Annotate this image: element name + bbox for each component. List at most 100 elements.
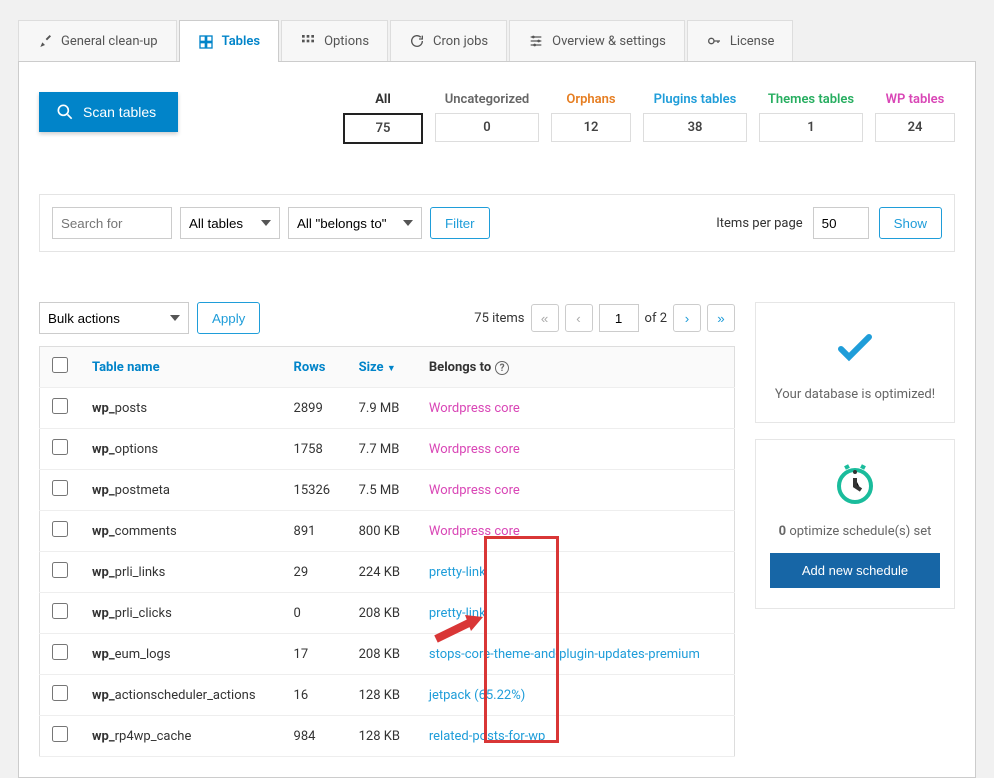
belongs-select[interactable]: All "belongs to" xyxy=(288,207,422,239)
optimized-text: Your database is optimized! xyxy=(770,387,940,402)
row-checkbox[interactable] xyxy=(52,398,68,414)
filter-orphans-count[interactable]: 12 xyxy=(551,113,631,142)
cell-rows: 15326 xyxy=(282,470,347,511)
page-input[interactable] xyxy=(599,304,639,332)
add-schedule-button[interactable]: Add new schedule xyxy=(770,553,940,588)
tables-icon xyxy=(198,34,214,50)
table-row: wp_prli_links29224 KBpretty-link xyxy=(40,552,735,593)
tables-select[interactable]: All tables xyxy=(180,207,280,239)
tab-label: General clean-up xyxy=(61,34,158,49)
search-input[interactable] xyxy=(52,207,172,239)
tables-grid: Table name Rows Size ▼ Belongs to? wp_po… xyxy=(39,346,735,757)
belongs-link[interactable]: Wordpress core xyxy=(429,524,520,539)
cell-table-name: wp_postmeta xyxy=(80,470,282,511)
tab-label: Overview & settings xyxy=(552,34,666,49)
col-rows[interactable]: Rows xyxy=(282,347,347,388)
belongs-link[interactable]: Wordpress core xyxy=(429,442,520,457)
tab-cron-jobs[interactable]: Cron jobs xyxy=(390,20,507,61)
cell-rows: 984 xyxy=(282,716,347,757)
filter-all-count[interactable]: 75 xyxy=(343,113,423,144)
key-icon xyxy=(706,33,722,49)
cell-size: 7.9 MB xyxy=(347,388,417,429)
table-row: wp_posts28997.9 MBWordpress core xyxy=(40,388,735,429)
row-checkbox[interactable] xyxy=(52,480,68,496)
main-tabs: General clean-up Tables Options Cron job… xyxy=(0,0,994,61)
help-icon[interactable]: ? xyxy=(495,361,509,375)
cell-belongs: pretty-link xyxy=(417,552,735,593)
belongs-link[interactable]: Wordpress core xyxy=(429,401,520,416)
belongs-link[interactable]: related-posts-for-wp xyxy=(429,729,545,744)
cell-size: 800 KB xyxy=(347,511,417,552)
row-checkbox[interactable] xyxy=(52,603,68,619)
filter-orphans-label[interactable]: Orphans xyxy=(566,92,615,107)
belongs-link[interactable]: jetpack (65.22%) xyxy=(429,688,525,703)
filter-plugins-count[interactable]: 38 xyxy=(643,113,747,142)
tab-license[interactable]: License xyxy=(687,20,794,61)
bulk-actions-select[interactable]: Bulk actions xyxy=(39,302,189,334)
cell-belongs: Wordpress core xyxy=(417,511,735,552)
filter-uncat-label[interactable]: Uncategorized xyxy=(445,92,530,107)
belongs-link[interactable]: pretty-link xyxy=(429,606,486,621)
broom-icon xyxy=(37,33,53,49)
page-first-button[interactable]: « xyxy=(531,304,559,332)
col-table-name[interactable]: Table name xyxy=(80,347,282,388)
filter-uncat-count[interactable]: 0 xyxy=(435,113,539,142)
table-row: wp_options17587.7 MBWordpress core xyxy=(40,429,735,470)
cell-size: 128 KB xyxy=(347,675,417,716)
col-size[interactable]: Size ▼ xyxy=(347,347,417,388)
cell-size: 224 KB xyxy=(347,552,417,593)
select-all-checkbox[interactable] xyxy=(52,357,68,373)
sidebar: Your database is optimized! 0 optimize s… xyxy=(755,302,955,609)
cell-table-name: wp_comments xyxy=(80,511,282,552)
tab-options[interactable]: Options xyxy=(281,20,388,61)
cell-table-name: wp_actionscheduler_actions xyxy=(80,675,282,716)
tab-general-cleanup[interactable]: General clean-up xyxy=(18,20,177,61)
belongs-link[interactable]: Wordpress core xyxy=(429,483,520,498)
row-checkbox[interactable] xyxy=(52,726,68,742)
filter-themes-count[interactable]: 1 xyxy=(759,113,863,142)
row-checkbox[interactable] xyxy=(52,644,68,660)
table-row: wp_actionscheduler_actions16128 KBjetpac… xyxy=(40,675,735,716)
apply-button[interactable]: Apply xyxy=(197,302,260,334)
tab-tables[interactable]: Tables xyxy=(179,20,279,62)
tab-label: Cron jobs xyxy=(433,34,488,49)
table-row: wp_rp4wp_cache984128 KBrelated-posts-for… xyxy=(40,716,735,757)
row-checkbox[interactable] xyxy=(52,439,68,455)
cell-belongs: Wordpress core xyxy=(417,429,735,470)
schedule-text: 0 optimize schedule(s) set xyxy=(770,524,940,539)
filter-button[interactable]: Filter xyxy=(430,207,490,239)
options-icon xyxy=(300,33,316,49)
cell-belongs: Wordpress core xyxy=(417,388,735,429)
tab-label: Options xyxy=(324,34,369,49)
page-next-button[interactable]: › xyxy=(673,304,701,332)
belongs-link[interactable]: stops-core-theme-and-plugin-updates-prem… xyxy=(429,647,700,662)
filter-all-label[interactable]: All xyxy=(375,92,391,107)
filter-themes-label[interactable]: Themes tables xyxy=(768,92,854,107)
row-checkbox[interactable] xyxy=(52,562,68,578)
main-panel: Scan tables All 75 Uncategorized 0 Orpha… xyxy=(18,61,976,778)
check-icon xyxy=(831,323,879,375)
row-checkbox[interactable] xyxy=(52,685,68,701)
filter-wp-count[interactable]: 24 xyxy=(875,113,955,142)
row-checkbox[interactable] xyxy=(52,521,68,537)
table-row: wp_prli_clicks0208 KBpretty-link xyxy=(40,593,735,634)
cell-table-name: wp_posts xyxy=(80,388,282,429)
show-button[interactable]: Show xyxy=(879,207,942,239)
filter-plugins-label[interactable]: Plugins tables xyxy=(654,92,737,107)
cell-table-name: wp_options xyxy=(80,429,282,470)
category-filters: All 75 Uncategorized 0 Orphans 12 Plugin… xyxy=(343,92,955,144)
cell-size: 128 KB xyxy=(347,716,417,757)
cell-belongs: Wordpress core xyxy=(417,470,735,511)
cell-belongs: stops-core-theme-and-plugin-updates-prem… xyxy=(417,634,735,675)
filter-wp-label[interactable]: WP tables xyxy=(886,92,945,107)
page-prev-button[interactable]: ‹ xyxy=(565,304,593,332)
tab-overview-settings[interactable]: Overview & settings xyxy=(509,20,685,61)
belongs-link[interactable]: pretty-link xyxy=(429,565,486,580)
page-last-button[interactable]: » xyxy=(707,304,735,332)
cell-size: 7.5 MB xyxy=(347,470,417,511)
items-per-page-input[interactable] xyxy=(813,207,869,239)
refresh-icon xyxy=(409,33,425,49)
scan-tables-button[interactable]: Scan tables xyxy=(39,92,178,132)
cell-size: 7.7 MB xyxy=(347,429,417,470)
pagination: 75 items « ‹ of 2 › » xyxy=(474,304,735,332)
